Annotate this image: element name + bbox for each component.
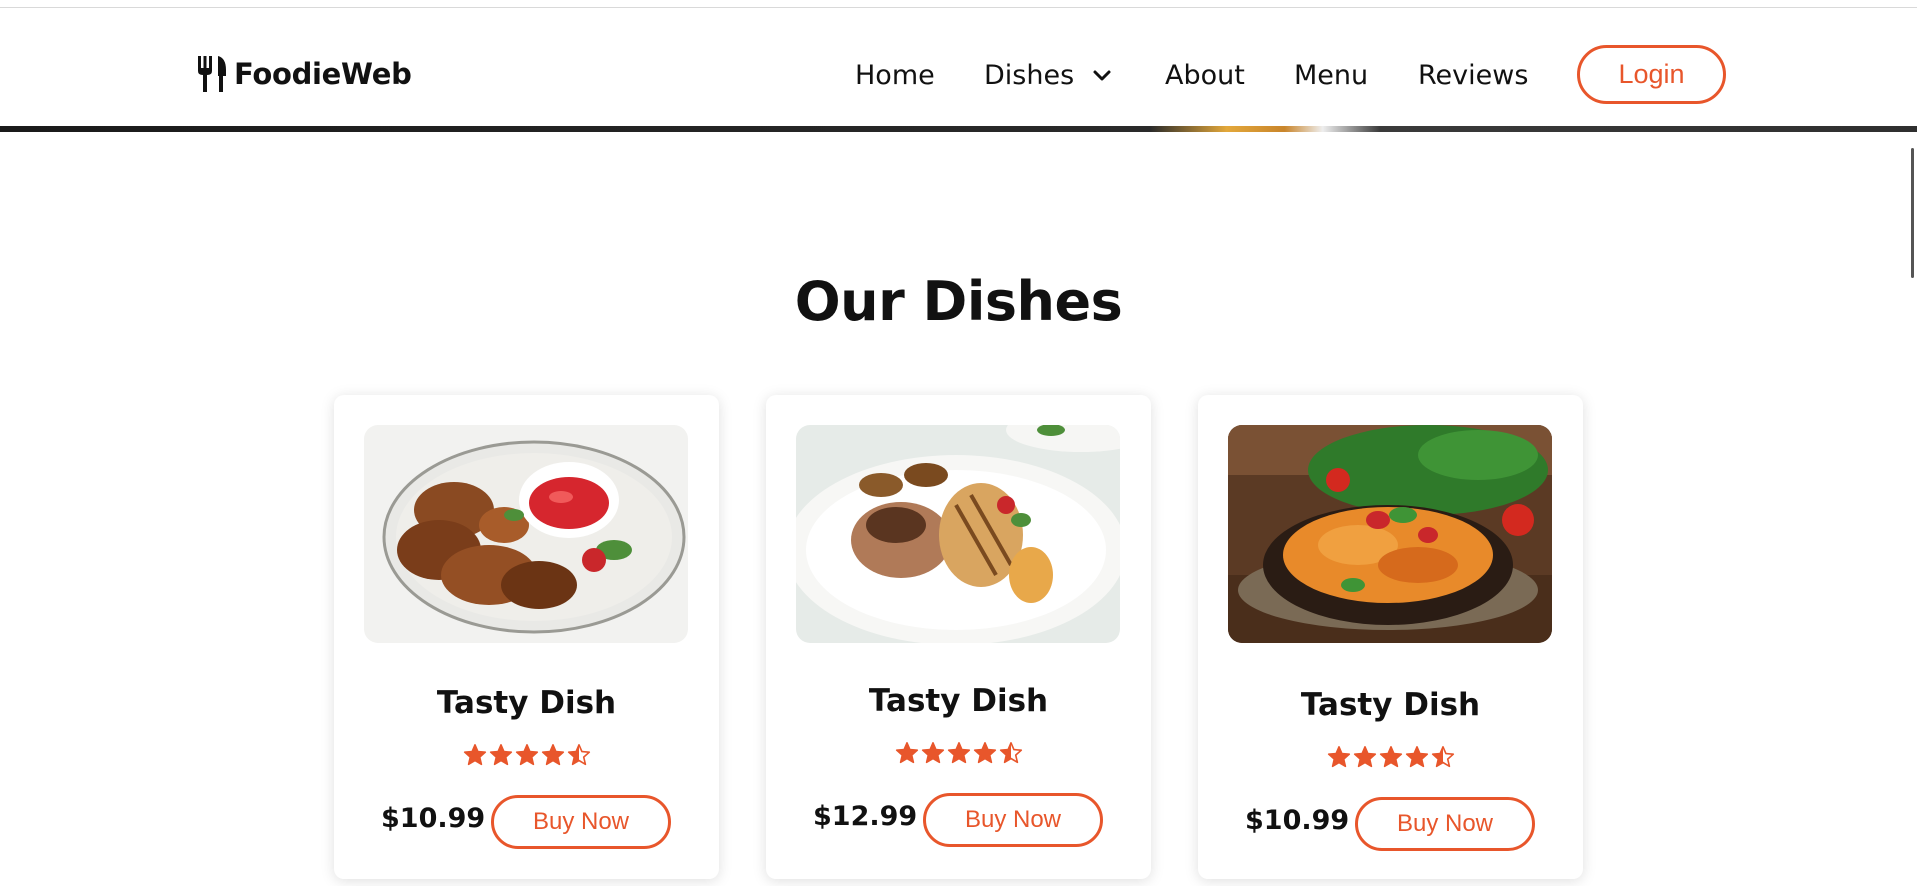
section-title: Our Dishes — [794, 270, 1123, 333]
penne-pasta-image — [1228, 425, 1552, 643]
browser-top-edge — [0, 0, 1917, 8]
star-full-icon — [515, 744, 538, 766]
brand-name: FoodieWeb — [234, 57, 412, 91]
nav-home[interactable]: Home — [855, 56, 935, 96]
buy-now-button[interactable]: Buy Now — [1355, 797, 1535, 851]
buy-now-button[interactable]: Buy Now — [923, 793, 1103, 847]
dish-card: Tasty Dish $12.99 Buy Now — [766, 395, 1151, 879]
dish-title: Tasty Dish — [868, 683, 1049, 719]
grilled-chicken-wings-image — [364, 425, 688, 643]
star-full-icon — [921, 742, 944, 764]
login-button[interactable]: Login — [1577, 45, 1726, 104]
chevron-down-icon — [1093, 70, 1111, 81]
star-full-icon — [541, 744, 564, 766]
dish-price: $10.99 — [1245, 805, 1350, 836]
dish-price: $12.99 — [813, 801, 918, 832]
nav-reviews[interactable]: Reviews — [1418, 56, 1528, 96]
hero-image-edge — [0, 126, 1917, 132]
star-full-icon — [463, 744, 486, 766]
navbar: FoodieWeb Home Dishes About Menu Reviews… — [0, 8, 1917, 126]
rating-stars — [1198, 745, 1583, 769]
fork-knife-icon — [198, 56, 226, 92]
star-full-icon — [489, 744, 512, 766]
star-half-icon — [999, 742, 1022, 764]
scrollbar-thumb[interactable] — [1911, 148, 1914, 278]
grilled-chicken-steak-image — [796, 425, 1120, 643]
dish-price: $10.99 — [381, 803, 486, 834]
star-full-icon — [1379, 746, 1402, 768]
nav-dishes-dropdown[interactable]: Dishes — [984, 56, 1112, 96]
dish-title: Tasty Dish — [436, 685, 617, 721]
star-half-icon — [567, 744, 590, 766]
buy-now-button[interactable]: Buy Now — [491, 795, 671, 849]
nav-menu-link[interactable]: Menu — [1294, 56, 1368, 96]
nav-dishes-label: Dishes — [984, 60, 1075, 91]
rating-stars — [766, 741, 1151, 765]
star-full-icon — [947, 742, 970, 764]
star-full-icon — [895, 742, 918, 764]
nav-about[interactable]: About — [1165, 56, 1245, 96]
dish-card: Tasty Dish $10.99 Buy Now — [1198, 395, 1583, 879]
rating-stars — [334, 743, 719, 767]
star-full-icon — [1405, 746, 1428, 768]
star-half-icon — [1431, 746, 1454, 768]
star-full-icon — [1327, 746, 1350, 768]
dish-card: Tasty Dish $10.99 Buy Now — [334, 395, 719, 879]
star-full-icon — [1353, 746, 1376, 768]
star-full-icon — [973, 742, 996, 764]
brand-logo[interactable]: FoodieWeb — [196, 52, 412, 96]
dish-title: Tasty Dish — [1300, 687, 1481, 723]
